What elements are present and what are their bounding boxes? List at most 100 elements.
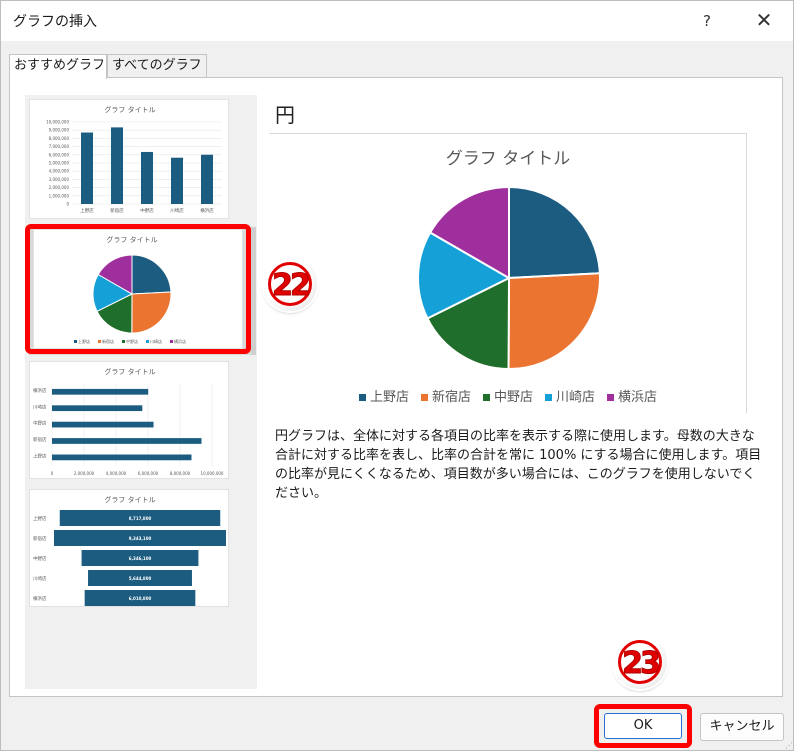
- pie-chart-svg: [417, 185, 601, 371]
- thumb-legend-swatch: [170, 340, 173, 343]
- thumbnail-title: グラフ タイトル: [106, 235, 157, 244]
- column-bar: [201, 154, 213, 204]
- close-button[interactable]: ✕: [746, 5, 782, 37]
- category-label: 横浜店: [33, 595, 47, 602]
- axis-tick-label: 10,000,000: [201, 471, 224, 476]
- thumb-legend-label: 新宿店: [102, 338, 114, 344]
- thumb-legend-label: 中野店: [126, 338, 138, 344]
- category-label: 中野店: [140, 207, 154, 214]
- pie-slice-0: [508, 185, 601, 280]
- column-bar: [81, 132, 93, 204]
- column-chart-thumbnail: グラフ タイトル 10,000,000 9,000,000 8,000,000 7,0…: [46, 105, 222, 214]
- funnel-value-label: 5,644,800: [129, 576, 152, 581]
- chart-legend: 上野店 新宿店 中野店 川崎店 横浜店: [269, 386, 747, 405]
- category-label: 横浜店: [200, 207, 214, 214]
- thumbnail-title: グラフ タイトル: [104, 105, 155, 114]
- legend-label: 中野店: [493, 390, 533, 405]
- pie-chart-thumbnail: グラフ タイトル 上野店 新宿店 中野店 川崎店 横浜店: [74, 235, 186, 344]
- legend-label: 横浜店: [618, 390, 658, 405]
- thumb-legend-label: 上野店: [78, 338, 90, 344]
- axis-tick-label: 3,000,000: [49, 177, 70, 182]
- tab-recommended-charts[interactable]: おすすめグラフ: [9, 54, 107, 79]
- thumb-legend-swatch: [146, 340, 149, 343]
- bar-chart-thumbnail: グラフ タイトル 0 2,000,000 4,000,000 6,000,000 8,0…: [33, 367, 224, 476]
- funnel-chart-thumbnail: グラフ タイトル 8,717,800 上野店 9,343,100 新宿店 6,346,1…: [33, 495, 226, 606]
- category-label: 川崎店: [170, 207, 184, 214]
- tab-all-charts[interactable]: すべてのグラフ: [107, 54, 207, 78]
- axis-tick-label: 2,000,000: [49, 185, 70, 190]
- legend-item: 新宿店: [420, 386, 471, 405]
- bar: [52, 454, 192, 461]
- axis-tick-label: 5,000,000: [49, 161, 70, 166]
- list-scrollbar[interactable]: [251, 227, 256, 355]
- axis-tick-label: 8,000,000: [49, 136, 70, 141]
- legend-label: 新宿店: [431, 390, 471, 405]
- axis-tick-label: 6,000,000: [49, 152, 70, 157]
- thumb-pie-slice-0: [131, 254, 172, 295]
- column-bar: [141, 151, 153, 204]
- legend-item: 横浜店: [607, 386, 657, 405]
- legend-swatch: [482, 394, 490, 401]
- axis-tick-label: 0: [66, 202, 69, 207]
- bar: [52, 388, 149, 395]
- insert-chart-dialog: グラフの挿入 ? ✕ おすすめグラフ すべてのグラフ グラフ タイトル 10,0…: [0, 0, 794, 751]
- pie-chart-preview: グラフ タイトル 上野店 新宿店 中野店 川崎店 横浜店: [269, 133, 747, 413]
- dialog-title: グラフの挿入: [13, 14, 97, 30]
- legend-swatch: [545, 394, 552, 401]
- category-label: 上野店: [80, 207, 94, 214]
- thumb-legend-label: 川崎店: [150, 338, 162, 344]
- legend-swatch: [358, 394, 366, 401]
- cancel-button[interactable]: キャンセル: [700, 713, 784, 741]
- axis-tick-label: 2,000,000: [74, 471, 95, 476]
- category-label: 中野店: [33, 420, 47, 427]
- thumbnail-title: グラフ タイトル: [104, 367, 155, 376]
- thumbnail-funnel[interactable]: グラフ タイトル 8,717,800 上野店 9,343,100 新宿店 6,346,1…: [29, 489, 229, 607]
- axis-tick-label: 4,000,000: [49, 169, 70, 174]
- thumb-pie-slice-1: [131, 291, 172, 334]
- axis-tick-label: 7,000,000: [49, 144, 70, 149]
- funnel-value-label: 6,346,100: [129, 556, 152, 561]
- legend-swatch: [607, 394, 615, 401]
- axis-tick-label: 9,000,000: [49, 128, 70, 133]
- legend-label: 川崎店: [556, 390, 596, 405]
- help-button[interactable]: ?: [691, 5, 723, 37]
- funnel-value-label: 8,717,800: [129, 516, 152, 521]
- pie-slice-1: [507, 272, 601, 370]
- category-label: 中野店: [33, 555, 47, 562]
- ok-button[interactable]: OK: [604, 713, 682, 739]
- axis-tick-label: 8,000,000: [170, 471, 191, 476]
- thumbnail-clustered-bar[interactable]: グラフ タイトル 0 2,000,000 4,000,000 6,000,000 8,0…: [29, 361, 229, 479]
- category-label: 上野店: [33, 515, 47, 522]
- category-label: 川崎店: [33, 403, 47, 410]
- axis-tick-label: 0: [51, 471, 54, 476]
- thumb-legend-swatch: [74, 340, 77, 343]
- thumbnail-pie[interactable]: グラフ タイトル 上野店 新宿店 中野店 川崎店 横浜店: [33, 229, 243, 349]
- legend-item: 川崎店: [545, 386, 595, 405]
- category-label: 上野店: [33, 453, 47, 460]
- legend-swatch: [420, 394, 428, 401]
- column-bar: [171, 157, 183, 204]
- category-label: 川崎店: [33, 575, 47, 582]
- category-label: 新宿店: [33, 436, 47, 443]
- step-23-marker: 23: [613, 635, 667, 689]
- category-label: 新宿店: [110, 207, 124, 214]
- thumb-legend-swatch: [122, 340, 125, 343]
- category-label: 横浜店: [33, 387, 47, 394]
- resize-grip[interactable]: ⋰: [785, 741, 793, 750]
- thumb-legend-label: 横浜店: [174, 338, 186, 344]
- category-label: 新宿店: [33, 535, 47, 542]
- legend-item: 上野店: [358, 386, 409, 405]
- bar: [52, 421, 154, 428]
- thumb-legend-swatch: [98, 340, 101, 343]
- axis-tick-label: 6,000,000: [138, 471, 159, 476]
- legend-label: 上野店: [369, 390, 409, 405]
- chart-preview-pane: 円 グラフ タイトル 上野店 新宿店 中野店 川崎店 横浜店 円グラフは、全体に対する各…: [269, 95, 773, 689]
- legend-item: 中野店: [482, 386, 533, 405]
- column-bar: [111, 127, 123, 204]
- axis-tick-label: 4,000,000: [106, 471, 127, 476]
- chart-description: 円グラフは、全体に対する各項目の比率を表示する際に使用します。母数の大きな合計に…: [275, 429, 762, 501]
- chart-type-name: 円: [275, 103, 295, 127]
- thumbnail-clustered-column[interactable]: グラフ タイトル 10,000,000 9,000,000 8,000,000 7,0…: [29, 99, 229, 219]
- bar: [52, 438, 202, 444]
- funnel-value-label: 6,010,800: [129, 596, 152, 601]
